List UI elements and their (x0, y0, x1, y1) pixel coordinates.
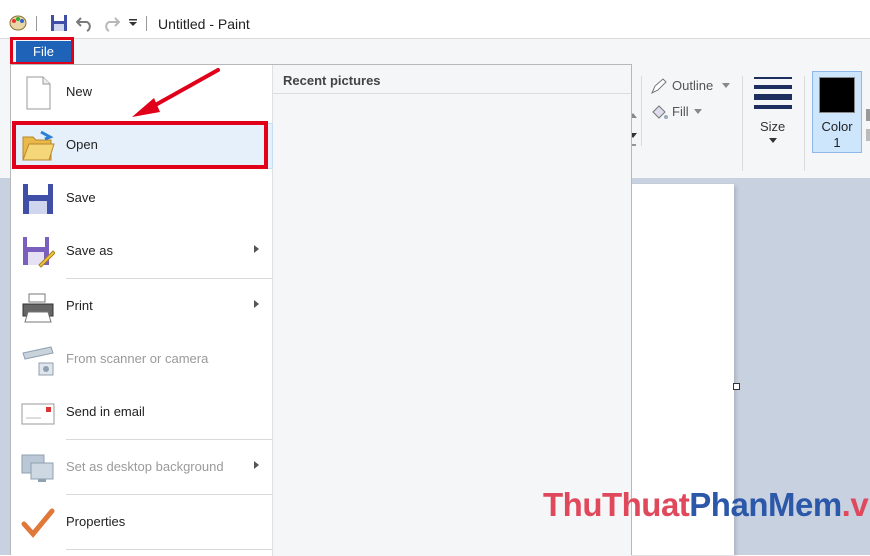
recent-pictures-header: Recent pictures (283, 73, 381, 88)
customize-toolbar-icon[interactable] (128, 18, 138, 28)
color-1-label: Color (821, 119, 853, 134)
menu-item-from-scanner[interactable]: From scanner or camera (11, 334, 272, 386)
menu-item-send-in-email[interactable]: Send in email (11, 387, 272, 439)
size-label[interactable]: Size (760, 119, 785, 134)
file-menu-commands: New Open Save Save as Print From scanner… (11, 65, 273, 556)
quick-save-icon[interactable] (50, 14, 68, 32)
menu-item-print[interactable]: Print (11, 281, 272, 333)
outline-label[interactable]: Outline (672, 78, 713, 93)
canvas-resize-handle[interactable] (733, 383, 740, 390)
title-bar: Untitled - Paint (0, 0, 870, 40)
menu-item-label: Properties (66, 514, 126, 529)
redo-icon[interactable] (102, 14, 120, 32)
menu-item-label: New (66, 84, 93, 99)
outline-brush-icon[interactable] (650, 77, 668, 95)
menu-item-label: Print (66, 298, 93, 313)
menu-item-properties[interactable]: Properties (11, 497, 272, 549)
menu-item-label: Send in email (66, 404, 145, 419)
fill-label[interactable]: Fill (672, 104, 689, 119)
submenu-arrow-icon (254, 461, 259, 469)
menu-item-set-desktop-background[interactable]: Set as desktop background (11, 442, 272, 494)
email-envelope-icon (21, 403, 55, 425)
color-1-button[interactable]: Color 1 (812, 71, 862, 153)
window-title: Untitled - Paint (158, 16, 250, 32)
checkmark-icon (21, 508, 55, 538)
file-tab-highlight-box (10, 37, 74, 65)
size-dropdown-icon[interactable] (769, 138, 777, 144)
submenu-arrow-icon (254, 300, 259, 308)
fill-bucket-icon[interactable] (650, 103, 668, 121)
menu-item-label: From scanner or camera (66, 351, 209, 366)
red-pointer-arrow (132, 68, 220, 117)
outline-dropdown-icon[interactable] (722, 83, 730, 89)
toolbar-separator (146, 16, 147, 31)
undo-icon[interactable] (76, 14, 94, 32)
toolbar-separator (36, 16, 37, 31)
new-document-icon (26, 76, 51, 110)
save-disk-icon (23, 184, 53, 214)
color-1-number: 1 (833, 135, 841, 150)
printer-icon (22, 293, 54, 323)
save-as-icon (23, 237, 55, 268)
menu-item-label: Save (66, 190, 96, 205)
menu-item-label: Save as (66, 243, 113, 258)
scanner-camera-icon (22, 346, 54, 376)
menu-item-label: Set as desktop background (66, 459, 224, 474)
fill-dropdown-icon[interactable] (694, 109, 702, 115)
open-highlight-box (12, 121, 268, 169)
size-lines-icon[interactable] (754, 77, 792, 109)
watermark: ThuThuatPhanMem.vn (543, 486, 870, 523)
color-1-swatch (819, 77, 855, 113)
menu-item-save-as[interactable]: Save as (11, 226, 272, 278)
color-palette-edge[interactable] (866, 109, 870, 143)
menu-item-save[interactable]: Save (11, 173, 272, 225)
desktop-monitor-icon (21, 454, 54, 482)
recent-pictures-panel: Recent pictures (273, 65, 631, 556)
paint-app-icon[interactable] (8, 12, 28, 32)
submenu-arrow-icon (254, 245, 259, 253)
file-menu: New Open Save Save as Print From scanner… (10, 64, 632, 556)
